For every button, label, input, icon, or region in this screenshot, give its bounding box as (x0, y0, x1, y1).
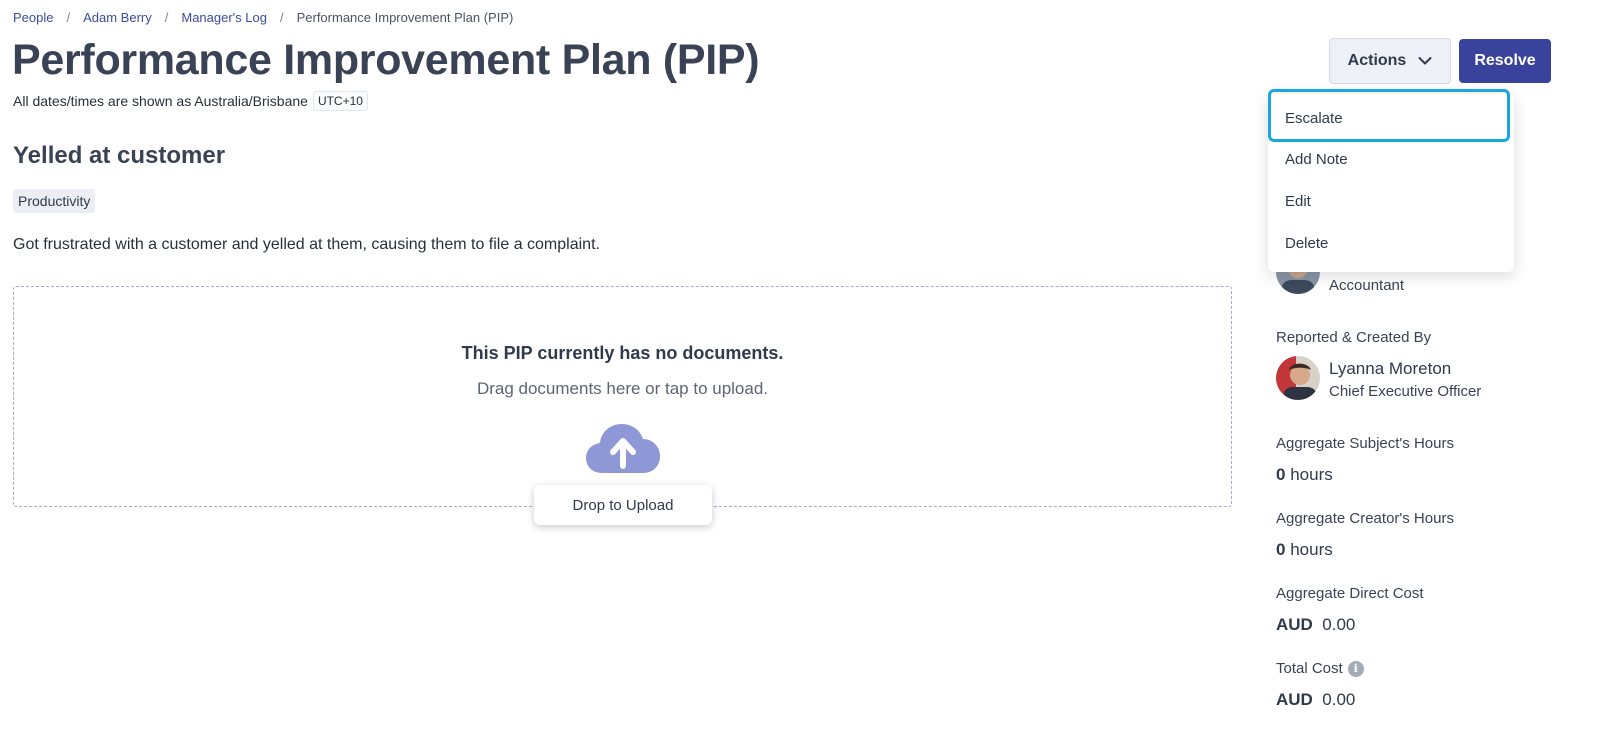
direct-cost-value: AUD 0.00 (1276, 615, 1355, 635)
breadcrumb-adam-berry[interactable]: Adam Berry (83, 10, 152, 25)
reporter-role: Chief Executive Officer (1329, 383, 1482, 400)
breadcrumb-managers-log[interactable]: Manager's Log (181, 10, 267, 25)
page-title: Performance Improvement Plan (PIP) (12, 36, 760, 84)
subject-hours-value: 0 hours (1276, 465, 1333, 485)
document-dropzone[interactable]: This PIP currently has no documents. Dra… (13, 286, 1232, 525)
dropzone-subtitle: Drag documents here or tap to upload. (476, 379, 769, 398)
cloud-upload-icon (586, 424, 660, 473)
subject-hours-number: 0 (1276, 465, 1286, 484)
chevron-down-icon (1418, 57, 1432, 65)
timezone-text: All dates/times are shown as Australia/B… (13, 93, 308, 109)
subject-hours-unit: hours (1290, 465, 1333, 484)
drop-to-upload-button[interactable]: Drop to Upload (534, 485, 712, 525)
creator-hours-label: Aggregate Creator's Hours (1276, 510, 1454, 527)
person-photo-icon (1276, 356, 1320, 400)
creator-hours-value: 0 hours (1276, 540, 1333, 560)
incident-title: Yelled at customer (13, 142, 226, 169)
breadcrumb-separator: / (164, 10, 169, 25)
breadcrumb-separator: / (66, 10, 71, 25)
menu-item-delete[interactable]: Delete (1285, 235, 1328, 252)
menu-item-edit[interactable]: Edit (1285, 193, 1311, 210)
reporter-name: Lyanna Moreton (1329, 359, 1452, 378)
creator-hours-unit: hours (1290, 540, 1333, 559)
subject-role: Accountant (1329, 277, 1405, 294)
reported-by-label: Reported & Created By (1276, 329, 1432, 346)
timezone-notice: All dates/times are shown as Australia/B… (13, 91, 368, 111)
menu-item-focus-ring (1268, 89, 1510, 142)
category-tag: Productivity (13, 189, 96, 213)
total-cost-currency: AUD (1276, 690, 1313, 709)
total-cost-amount: 0.00 (1322, 690, 1356, 709)
subject-hours-label: Aggregate Subject's Hours (1276, 435, 1454, 452)
total-cost-label: Total Cost i (1276, 660, 1364, 677)
total-cost-label-text: Total Cost (1276, 660, 1343, 677)
total-cost-value: AUD 0.00 (1276, 690, 1355, 710)
direct-cost-amount: 0.00 (1322, 615, 1356, 634)
info-icon[interactable]: i (1347, 660, 1364, 677)
actions-button[interactable]: Actions (1329, 38, 1451, 84)
incident-description: Got frustrated with a customer and yelle… (13, 236, 600, 253)
dropzone-empty-title: This PIP currently has no documents. (461, 343, 784, 363)
breadcrumb-people[interactable]: People (13, 10, 53, 25)
breadcrumb: People / Adam Berry / Manager's Log / Pe… (13, 10, 513, 25)
timezone-badge: UTC+10 (312, 91, 368, 111)
creator-hours-number: 0 (1276, 540, 1286, 559)
actions-button-label: Actions (1347, 52, 1407, 69)
direct-cost-currency: AUD (1276, 615, 1313, 634)
reporter-avatar (1276, 356, 1320, 400)
direct-cost-label: Aggregate Direct Cost (1276, 585, 1424, 602)
breadcrumb-separator: / (279, 10, 284, 25)
menu-item-add-note[interactable]: Add Note (1285, 151, 1348, 168)
resolve-button[interactable]: Resolve (1459, 39, 1551, 83)
breadcrumb-current: Performance Improvement Plan (PIP) (296, 10, 514, 25)
